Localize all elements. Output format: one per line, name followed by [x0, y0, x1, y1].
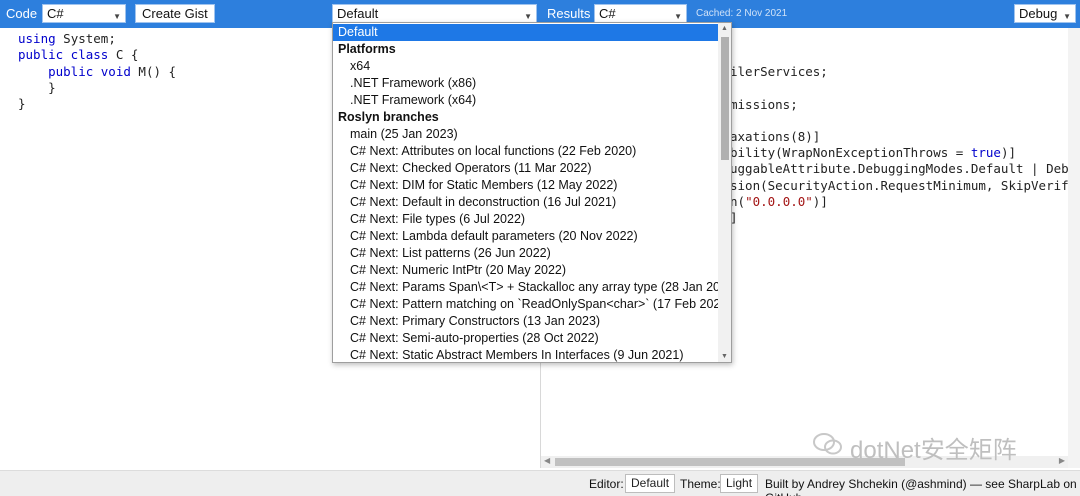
watermark-text: dotNet安全矩阵 [850, 437, 1017, 464]
wechat-icon [813, 433, 842, 455]
branch-dropdown-list[interactable]: Default Platforms x64 .NET Framework (x8… [332, 22, 732, 363]
dropdown-option[interactable]: C# Next: Pattern matching on `ReadOnlySp… [333, 296, 731, 313]
scroll-up-icon[interactable]: ▲ [721, 25, 728, 32]
results-language-select[interactable]: C# ▼ [594, 4, 687, 23]
dropdown-option[interactable]: .NET Framework (x86) [333, 75, 719, 92]
chevron-down-icon: ▼ [113, 12, 121, 21]
branch-value: Default [337, 6, 379, 21]
dropdown-option[interactable]: C# Next: Lambda default parameters (20 N… [333, 228, 719, 245]
dropdown-option[interactable]: x64 [333, 58, 719, 75]
dropdown-option[interactable]: C# Next: DIM for Static Members (12 May … [333, 177, 719, 194]
code-label: Code [6, 6, 38, 21]
editor-select[interactable]: Default [625, 474, 676, 493]
code-line: using System; [18, 31, 116, 46]
credit-link[interactable]: Built by Andrey Shchekin (@ashmind) — se… [765, 477, 1080, 496]
code-language-select[interactable]: C# ▼ [42, 4, 126, 23]
dropdown-scrollbar[interactable]: ▲ ▼ [718, 23, 731, 362]
create-gist-button[interactable]: Create Gist [135, 4, 215, 23]
chevron-down-icon: ▼ [674, 12, 682, 21]
code-line: } [18, 80, 56, 95]
dropdown-option[interactable]: .NET Framework (x64) [333, 92, 719, 109]
scroll-down-icon[interactable]: ▼ [721, 353, 728, 360]
dropdown-option[interactable]: C# Next: Semi-auto-properties (28 Oct 20… [333, 330, 719, 347]
code-line: } [18, 96, 26, 111]
dropdown-option[interactable]: C# Next: Checked Operators (11 Mar 2022) [333, 160, 719, 177]
dropdown-option[interactable]: C# Next: Attributes on local functions (… [333, 143, 719, 160]
theme-label: Theme: [680, 477, 721, 491]
dropdown-option[interactable]: C# Next: Numeric IntPtr (20 May 2022) [333, 262, 719, 279]
results-vertical-scrollbar[interactable] [1068, 28, 1080, 468]
result-line: missions; [730, 97, 798, 112]
scroll-left-icon[interactable]: ◀ [544, 456, 550, 465]
dropdown-group-roslyn-branches: Roslyn branches [338, 110, 439, 124]
build-mode-value: Debug [1019, 6, 1058, 21]
cached-status: Cached: 2 Nov 2021 [696, 8, 788, 19]
dropdown-option[interactable]: C# Next: Static Abstract Members In Inte… [333, 347, 719, 362]
dropdown-group-platforms: Platforms [338, 42, 396, 56]
dropdown-option[interactable]: C# Next: List patterns (26 Jun 2022) [333, 245, 719, 262]
dropdown-option[interactable]: C# Next: Primary Constructors (13 Jan 20… [333, 313, 719, 330]
result-line: axations(8)] [730, 129, 821, 144]
chevron-down-icon: ▼ [1063, 12, 1071, 21]
code-line: public void M() { [18, 64, 177, 79]
code-line: public class C { [18, 47, 139, 62]
results-label: Results [547, 6, 591, 21]
dropdown-option[interactable]: main (25 Jan 2023) [333, 126, 719, 143]
result-line: sion(SecurityAction.RequestMinimum, Skip… [730, 178, 1080, 193]
result-line: bility(WrapNonExceptionThrows = true)] [730, 145, 1016, 160]
editor-label: Editor: [589, 477, 624, 491]
code-language-value: C# [47, 6, 64, 21]
dropdown-option[interactable]: C# Next: Params Span\<T> + Stackalloc an… [333, 279, 731, 296]
scroll-right-icon[interactable]: ▶ [1059, 456, 1065, 465]
result-line: n("0.0.0.0")] [730, 194, 828, 209]
branch-select[interactable]: Default ▼ [332, 4, 537, 23]
dropdown-option[interactable]: C# Next: File types (6 Jul 2022) [333, 211, 719, 228]
chevron-down-icon: ▼ [524, 12, 532, 21]
results-language-value: C# [599, 6, 616, 21]
theme-select[interactable]: Light [720, 474, 759, 493]
status-footer: Editor: Default Theme: Light Built by An… [0, 470, 1080, 496]
build-mode-select[interactable]: Debug ▼ [1014, 4, 1076, 23]
scrollbar-thumb[interactable] [721, 37, 729, 160]
result-line: ilerServices; [730, 64, 828, 79]
dropdown-option-default[interactable]: Default [333, 24, 719, 41]
result-line: uggableAttribute.DebuggingModes.Default … [730, 161, 1080, 176]
dropdown-option[interactable]: C# Next: Default in deconstruction (16 J… [333, 194, 719, 211]
